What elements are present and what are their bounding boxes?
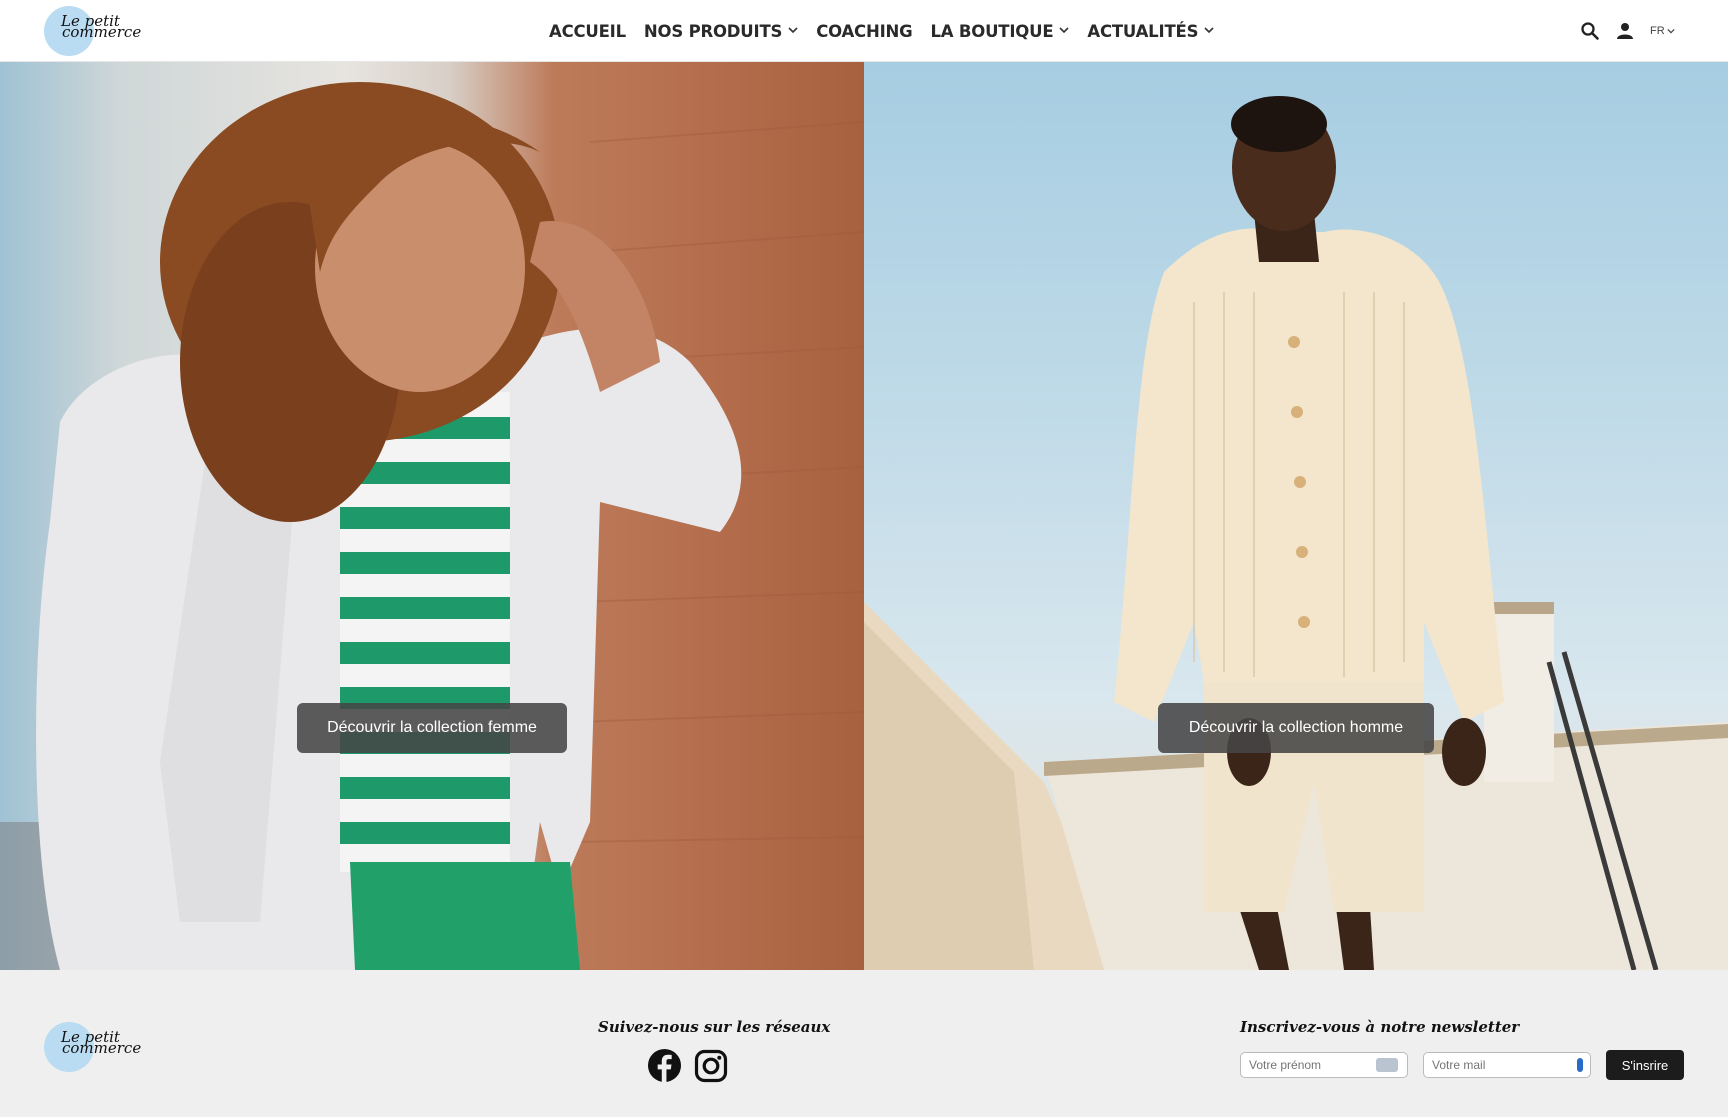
women-collection-image[interactable]: Découvrir la collection femme bbox=[0, 62, 864, 970]
logo-line-2: commerce bbox=[62, 23, 142, 41]
social-links bbox=[647, 1048, 728, 1083]
newsletter-title: Inscrivez-vous à notre newsletter bbox=[1240, 1018, 1520, 1036]
main-nav: ACCUEIL NOS PRODUITS COACHING LA BOUTIQU… bbox=[549, 0, 1232, 62]
nav-item-la-boutique[interactable]: LA BOUTIQUE bbox=[930, 22, 1069, 41]
language-selector[interactable]: FR bbox=[1650, 25, 1675, 37]
nav-item-actualites[interactable]: ACTUALITÉS bbox=[1087, 22, 1214, 41]
chevron-down-icon bbox=[1059, 27, 1069, 34]
logo-text: Le petit commerce bbox=[61, 1030, 181, 1057]
chevron-down-icon bbox=[788, 27, 798, 34]
nav-label: ACCUEIL bbox=[549, 21, 626, 41]
facebook-icon bbox=[647, 1048, 682, 1083]
chevron-down-icon bbox=[1667, 28, 1675, 34]
nav-item-accueil[interactable]: ACCUEIL bbox=[549, 22, 626, 41]
women-photo-illustration bbox=[0, 82, 864, 970]
site-footer: Le petit commerce Suivez-nous sur les ré… bbox=[0, 970, 1728, 1117]
facebook-link[interactable] bbox=[647, 1048, 682, 1083]
footer-logo[interactable]: Le petit commerce bbox=[44, 1022, 141, 1072]
email-input[interactable] bbox=[1423, 1052, 1591, 1078]
password-manager-icon bbox=[1577, 1058, 1583, 1072]
men-collection-image[interactable]: Découvrir la collection homme bbox=[864, 62, 1728, 970]
logo-text: Le petit commerce bbox=[61, 14, 181, 41]
subscribe-label: S'insrire bbox=[1621, 1057, 1669, 1073]
hero-section: Découvrir la collection femme Découvrir … bbox=[0, 62, 1728, 970]
search-icon bbox=[1581, 22, 1599, 40]
men-cta-label: Découvrir la collection homme bbox=[1188, 719, 1404, 736]
instagram-link[interactable] bbox=[694, 1048, 728, 1083]
men-photo-illustration bbox=[864, 96, 1728, 970]
logo-line-2: commerce bbox=[62, 1039, 142, 1057]
account-button[interactable] bbox=[1616, 22, 1634, 40]
women-cta-label: Découvrir la collection femme bbox=[327, 719, 537, 736]
nav-item-coaching[interactable]: COACHING bbox=[816, 22, 912, 41]
site-header: Le petit commerce ACCUEIL NOS PRODUITS C… bbox=[0, 0, 1728, 62]
nav-label: COACHING bbox=[816, 21, 913, 41]
language-label: FR bbox=[1650, 25, 1665, 37]
logo[interactable]: Le petit commerce bbox=[44, 6, 141, 56]
nav-label: LA BOUTIQUE bbox=[930, 21, 1054, 41]
nav-item-nos-produits[interactable]: NOS PRODUITS bbox=[644, 22, 798, 41]
subscribe-button[interactable]: S'insrire bbox=[1606, 1050, 1684, 1080]
social-title: Suivez-nous sur les réseaux bbox=[598, 1018, 831, 1036]
chevron-down-icon bbox=[1204, 27, 1214, 34]
search-button[interactable] bbox=[1580, 21, 1600, 41]
instagram-icon bbox=[694, 1049, 728, 1082]
autofill-icon bbox=[1376, 1058, 1398, 1072]
header-actions: FR bbox=[1580, 0, 1675, 62]
nav-label: NOS PRODUITS bbox=[643, 21, 783, 41]
nav-label: ACTUALITÉS bbox=[1087, 21, 1199, 41]
user-icon bbox=[1617, 23, 1633, 39]
women-collection-button[interactable]: Découvrir la collection femme bbox=[297, 703, 567, 753]
men-collection-button[interactable]: Découvrir la collection homme bbox=[1158, 703, 1434, 753]
